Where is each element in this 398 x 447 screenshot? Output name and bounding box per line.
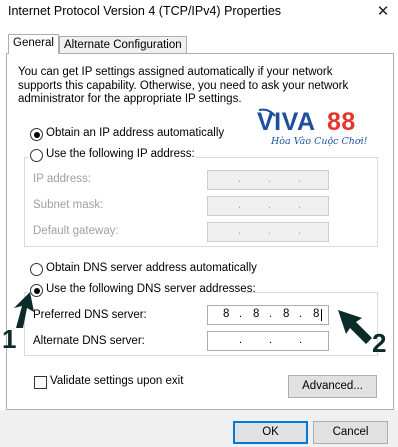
alternate-dns-field[interactable]: . . . (207, 331, 329, 351)
ip-dot: . (298, 225, 302, 237)
marker-2: 2 (372, 328, 387, 358)
arrow-2-icon (338, 310, 372, 344)
ip-dot: . (269, 308, 273, 320)
tab-alternate-configuration[interactable]: Alternate Configuration (59, 36, 187, 54)
ip-address-label: IP address: (33, 173, 91, 185)
radio-dns-auto[interactable] (30, 263, 43, 276)
advanced-button[interactable]: Advanced... (288, 375, 377, 398)
default-gateway-field[interactable]: . . . (207, 222, 329, 242)
alternate-dns-label: Alternate DNS server: (33, 335, 145, 347)
logo-slogan: Hòa Vào Cuộc Chơi! (271, 136, 368, 147)
ip-dot: . (269, 334, 273, 346)
ip-dot: . (238, 173, 242, 185)
close-icon[interactable]: ✕ (372, 1, 394, 23)
ip-dot: . (238, 199, 242, 211)
ip-dot: . (298, 173, 302, 185)
ip-dot: . (268, 173, 272, 185)
ip-dot: . (298, 199, 302, 211)
marker-1: 1 (2, 324, 17, 354)
tab-general[interactable]: General (8, 34, 59, 54)
radio-ip-manual[interactable] (30, 149, 43, 162)
preferred-dns-label: Preferred DNS server: (33, 309, 147, 321)
cancel-button[interactable]: Cancel (313, 421, 388, 444)
ip-dot: . (268, 225, 272, 237)
radio-ip-auto[interactable] (30, 128, 43, 141)
default-gateway-label: Default gateway: (33, 225, 119, 237)
radio-dns-auto-label: Obtain DNS server address automatically (46, 262, 257, 274)
validate-checkbox-label: Validate settings upon exit (50, 375, 184, 387)
logo-viva: VIVA (257, 108, 316, 136)
dns-octet: 8 (313, 308, 320, 320)
window-title: Internet Protocol Version 4 (TCP/IPv4) P… (8, 4, 282, 18)
ip-dot: . (299, 308, 303, 320)
preferred-dns-field[interactable]: 8 . 8 . 8 . 8 (207, 305, 329, 325)
subnet-mask-label: Subnet mask: (33, 199, 104, 211)
ip-dot: . (239, 308, 243, 320)
ip-dot: . (268, 199, 272, 211)
subnet-mask-field[interactable]: . . . (207, 196, 329, 216)
validate-checkbox[interactable] (34, 376, 47, 389)
dns-octet: 8 (253, 308, 260, 320)
ok-button[interactable]: OK (233, 421, 308, 444)
dns-octet: 8 (283, 308, 290, 320)
logo-88: 88 (327, 108, 356, 136)
dns-octet: 8 (223, 308, 230, 320)
title-bar: Internet Protocol Version 4 (TCP/IPv4) P… (0, 0, 398, 26)
ip-address-field[interactable]: . . . (207, 170, 329, 190)
radio-ip-manual-label: Use the following IP address: (46, 148, 195, 160)
viva88-logo: VIVA 88 Hòa Vào Cuộc Chơi! (255, 106, 375, 150)
ip-dot: . (238, 225, 242, 237)
text-cursor (321, 309, 322, 321)
description-text: You can get IP settings assigned automat… (18, 66, 349, 105)
ip-dot: . (239, 334, 243, 346)
radio-dns-manual-label: Use the following DNS server addresses: (46, 283, 256, 295)
radio-ip-auto-label: Obtain an IP address automatically (46, 127, 225, 139)
ip-dot: . (299, 334, 303, 346)
